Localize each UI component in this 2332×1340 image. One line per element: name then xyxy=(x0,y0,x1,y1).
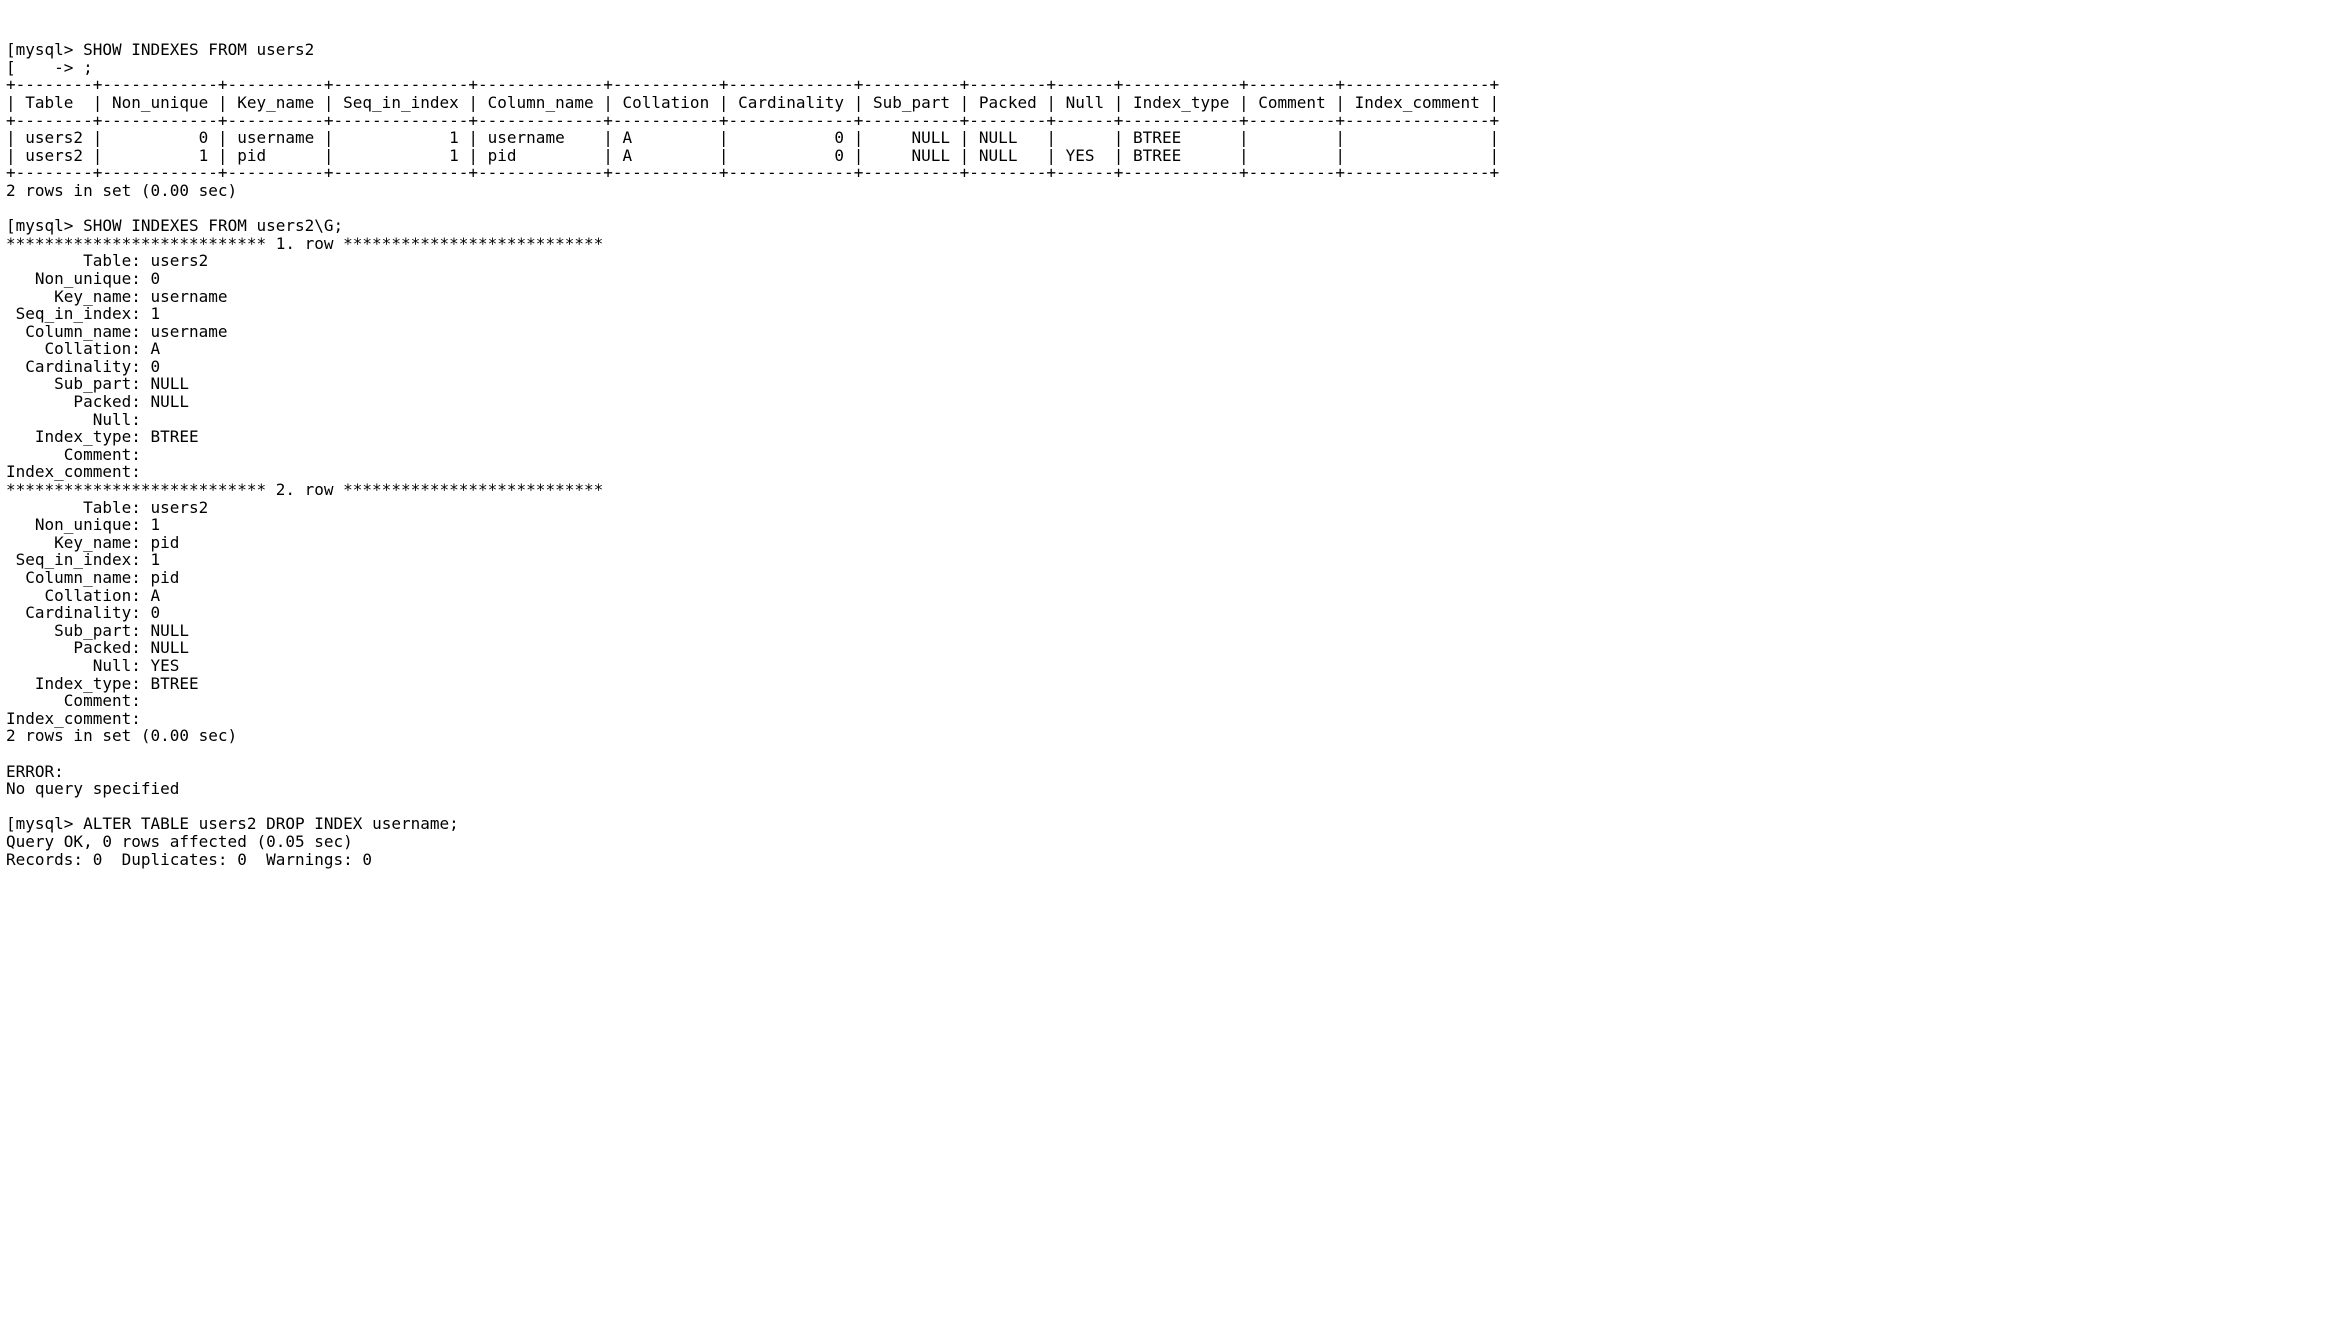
error-label: ERROR: xyxy=(6,762,64,781)
field-line: Comment: xyxy=(6,445,151,464)
field-line: Seq_in_index: 1 xyxy=(6,550,160,569)
query-result: Records: 0 Duplicates: 0 Warnings: 0 xyxy=(6,850,372,869)
prompt: mysql> xyxy=(16,216,74,235)
field-line: Key_name: pid xyxy=(6,533,179,552)
field-line: Key_name: username xyxy=(6,287,228,306)
sql-command-cont: ; xyxy=(83,58,93,77)
field-line: Table: users2 xyxy=(6,251,208,270)
rows-in-set: 2 rows in set (0.00 sec) xyxy=(6,181,237,200)
field-line: Cardinality: 0 xyxy=(6,357,160,376)
field-line: Null: YES xyxy=(6,656,179,675)
sql-command: ALTER TABLE users2 DROP INDEX username; xyxy=(83,814,459,833)
field-line: Cardinality: 0 xyxy=(6,603,160,622)
table-row: | users2 | 1 | pid | 1 | pid | A | 0 | N… xyxy=(6,146,1499,165)
field-line: Non_unique: 0 xyxy=(6,269,160,288)
prompt: mysql> xyxy=(16,814,74,833)
field-line: Sub_part: NULL xyxy=(6,621,189,640)
field-line: Index_type: BTREE xyxy=(6,674,199,693)
field-line: Table: users2 xyxy=(6,498,208,517)
table-border: +--------+------------+----------+------… xyxy=(6,75,1499,94)
table-border: +--------+------------+----------+------… xyxy=(6,111,1499,130)
field-line: Column_name: pid xyxy=(6,568,179,587)
row-separator: *************************** 2. row *****… xyxy=(6,480,603,499)
prompt-bracket: [ xyxy=(6,814,16,833)
field-line: Collation: A xyxy=(6,339,160,358)
field-line: Non_unique: 1 xyxy=(6,515,160,534)
prompt-bracket: [ xyxy=(6,58,16,77)
continuation-prompt: -> xyxy=(16,58,74,77)
field-line: Index_type: BTREE xyxy=(6,427,199,446)
sql-command: SHOW INDEXES FROM users2 xyxy=(83,40,314,59)
field-line: Packed: NULL xyxy=(6,392,189,411)
field-line: Sub_part: NULL xyxy=(6,374,189,393)
table-header: | Table | Non_unique | Key_name | Seq_in… xyxy=(6,93,1499,112)
rows-in-set: 2 rows in set (0.00 sec) xyxy=(6,726,237,745)
error-message: No query specified xyxy=(6,779,179,798)
table-border: +--------+------------+----------+------… xyxy=(6,163,1499,182)
field-line: Packed: NULL xyxy=(6,638,189,657)
field-line: Column_name: username xyxy=(6,322,228,341)
query-result: Query OK, 0 rows affected (0.05 sec) xyxy=(6,832,353,851)
prompt-bracket: [ xyxy=(6,216,16,235)
field-line: Comment: xyxy=(6,691,151,710)
prompt-bracket: [ xyxy=(6,40,16,59)
row-separator: *************************** 1. row *****… xyxy=(6,234,603,253)
prompt: mysql> xyxy=(16,40,74,59)
field-line: Collation: A xyxy=(6,586,160,605)
sql-command: SHOW INDEXES FROM users2\G; xyxy=(83,216,343,235)
field-line: Null: xyxy=(6,410,151,429)
table-row: | users2 | 0 | username | 1 | username |… xyxy=(6,128,1499,147)
field-line: Seq_in_index: 1 xyxy=(6,304,160,323)
field-line: Index_comment: xyxy=(6,462,151,481)
field-line: Index_comment: xyxy=(6,709,151,728)
